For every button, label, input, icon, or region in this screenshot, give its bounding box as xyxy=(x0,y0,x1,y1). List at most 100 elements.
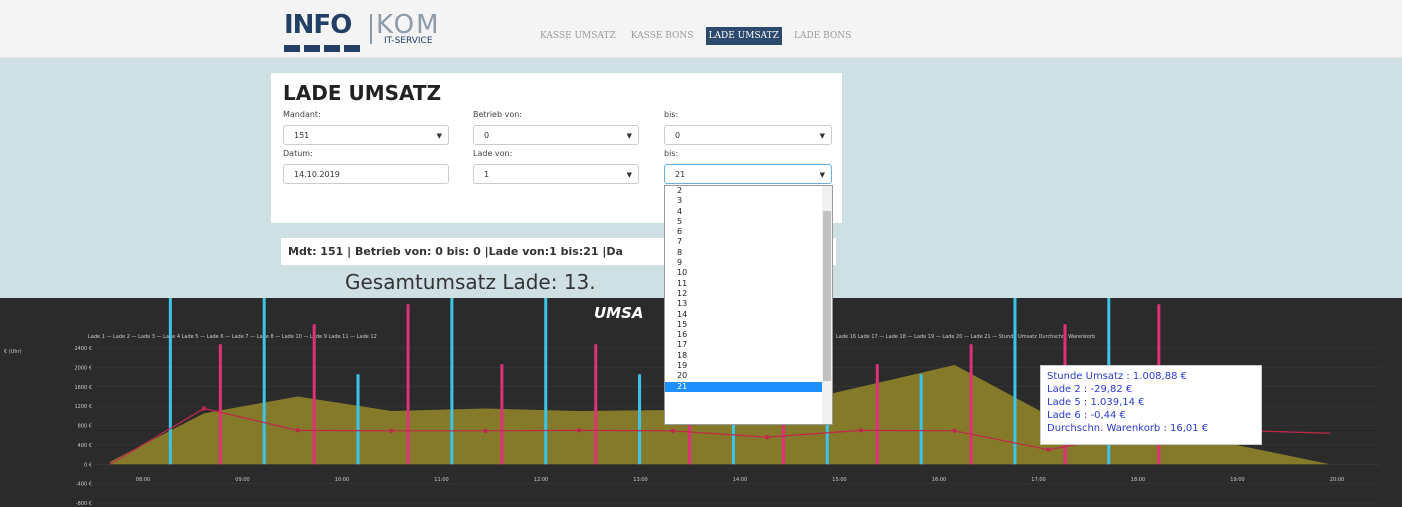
logo[interactable]: INFO KOM IT-SERVICE xyxy=(284,10,454,52)
lade-bis-value: 21 xyxy=(675,170,686,179)
x-tick-label: 20:00 xyxy=(1330,477,1344,483)
tooltip-line: Lade 6 : -0,44 € xyxy=(1047,410,1126,421)
line-point xyxy=(295,428,300,433)
y-tick-label: 800 € xyxy=(78,424,92,430)
tooltip-line: Stunde Umsatz : 1.008,88 € xyxy=(1047,371,1187,382)
mandant-select[interactable]: 151 ▼ xyxy=(283,125,449,145)
x-tick-label: 19:00 xyxy=(1230,477,1244,483)
logo-squares xyxy=(284,37,368,52)
betrieb-bis-select[interactable]: 0 ▼ xyxy=(664,125,832,145)
legend-left[interactable]: Lade 1 — Lade 2 — Lade 3 — Lade 4 Lade 5… xyxy=(88,334,377,340)
y-tick-label: 0 € xyxy=(84,462,92,468)
lade-bis-dropdown[interactable]: 2 3 4 5 6 7 8 9 10 11 12 13 14 15 16 17 18 19 20 21 xyxy=(664,185,833,425)
x-tick-label: 18:00 xyxy=(1131,477,1145,483)
mandant-label: Mandant: xyxy=(283,110,321,119)
dropdown-option[interactable]: 3 xyxy=(665,196,832,206)
dropdown-option[interactable]: 5 xyxy=(665,217,832,227)
line-point xyxy=(858,428,863,433)
lade-bar xyxy=(969,344,973,465)
lade-bar xyxy=(544,298,548,465)
dropdown-scrollbar[interactable] xyxy=(822,186,832,424)
x-tick-label: 10:00 xyxy=(335,477,349,483)
x-tick-label: 15:00 xyxy=(832,477,846,483)
line-point xyxy=(670,428,676,434)
y-tick-label: -800 € xyxy=(76,501,92,507)
nav-kasse-bons[interactable]: KASSE BONS xyxy=(628,27,697,45)
lade-bis-label: bis: xyxy=(664,149,679,158)
datum-input[interactable]: 14.10.2019 xyxy=(283,164,449,184)
dropdown-option[interactable]: 17 xyxy=(665,340,832,350)
dropdown-option[interactable]: 11 xyxy=(665,279,832,289)
dropdown-option[interactable]: 2 xyxy=(665,186,832,196)
y-axis-label: € (Uhr) xyxy=(4,349,22,355)
dropdown-option[interactable]: 15 xyxy=(665,320,832,330)
dropdown-option[interactable]: 16 xyxy=(665,330,832,340)
lade-bar xyxy=(1013,298,1017,465)
betrieb-von-label: Betrieb von: xyxy=(473,110,522,119)
legend-right[interactable]: Lade 16 Lade 17 — Lade 18 — Lade 19 — La… xyxy=(836,334,1095,340)
y-tick-label: 1600 € xyxy=(75,385,93,391)
x-tick-label: 14:00 xyxy=(733,477,747,483)
line-point xyxy=(1046,447,1051,452)
tooltip-line: Lade 2 : -29,82 € xyxy=(1047,384,1133,395)
x-tick-label: 09:00 xyxy=(235,477,249,483)
dropdown-option[interactable]: 14 xyxy=(665,310,832,320)
x-tick-label: 17:00 xyxy=(1031,477,1045,483)
dropdown-option[interactable]: 6 xyxy=(665,227,832,237)
mandant-value: 151 xyxy=(294,131,310,140)
top-bar: INFO KOM IT-SERVICE KASSE UMSATZ KASSE B… xyxy=(0,0,1402,58)
x-tick-label: 13:00 xyxy=(633,477,647,483)
lade-bar xyxy=(218,344,222,465)
logo-subtitle: IT-SERVICE xyxy=(384,36,433,46)
lade-bar xyxy=(406,304,410,465)
dropdown-option[interactable]: 20 xyxy=(665,371,832,381)
lade-bar xyxy=(594,344,598,465)
lade-von-select[interactable]: 1 ▼ xyxy=(473,164,639,184)
chart-tooltip: Stunde Umsatz : 1.008,88 € Lade 2 : -29,… xyxy=(1040,365,1262,445)
lade-bis-select[interactable]: 21 ▼ xyxy=(664,164,832,184)
line-point xyxy=(577,428,582,433)
lade-bar xyxy=(919,374,923,465)
dropdown-option[interactable]: 13 xyxy=(665,299,832,309)
betrieb-bis-label: bis: xyxy=(664,110,679,119)
logo-info: INFO xyxy=(284,10,352,40)
lade-bar xyxy=(450,298,454,465)
nav-kasse-umsatz[interactable]: KASSE UMSATZ xyxy=(537,27,619,45)
lade-bar xyxy=(638,374,642,465)
chevron-down-icon: ▼ xyxy=(626,132,632,140)
y-tick-label: -400 € xyxy=(76,482,92,488)
line-point xyxy=(764,434,770,440)
y-tick-label: 2000 € xyxy=(75,365,93,371)
betrieb-bis-value: 0 xyxy=(675,131,681,140)
dropdown-option[interactable]: 18 xyxy=(665,351,832,361)
dropdown-option[interactable]: 7 xyxy=(665,237,832,247)
dropdown-option[interactable]: 12 xyxy=(665,289,832,299)
nav-lade-bons[interactable]: LADE BONS xyxy=(791,27,854,45)
lade-von-value: 1 xyxy=(484,170,490,179)
chevron-down-icon: ▼ xyxy=(819,171,825,179)
logo-divider xyxy=(370,14,372,44)
gesamtumsatz: Gesamtumsatz Lade: 13. xyxy=(345,270,596,294)
datum-label: Datum: xyxy=(283,149,313,158)
lade-bar xyxy=(168,298,172,465)
dropdown-option[interactable]: 19 xyxy=(665,361,832,371)
dropdown-options: 2 3 4 5 6 7 8 9 10 11 12 13 14 15 16 17 18 19 20 21 xyxy=(665,186,832,392)
lade-bar xyxy=(875,364,879,465)
dropdown-option[interactable]: 10 xyxy=(665,268,832,278)
dropdown-option[interactable]: 21 xyxy=(665,381,832,392)
lade-bar xyxy=(262,298,266,465)
x-tick-label: 11:00 xyxy=(434,477,448,483)
logo-kom: KOM xyxy=(376,10,441,40)
betrieb-von-select[interactable]: 0 ▼ xyxy=(473,125,639,145)
x-tick-label: 12:00 xyxy=(534,477,548,483)
line-point xyxy=(483,428,488,434)
scrollbar-thumb[interactable] xyxy=(823,211,831,381)
tooltip-line: Durchschn. Warenkorb : 16,01 € xyxy=(1047,423,1209,434)
x-tick-label: 16:00 xyxy=(932,477,946,483)
dropdown-option[interactable]: 8 xyxy=(665,248,832,258)
dropdown-option[interactable]: 4 xyxy=(665,207,832,217)
dropdown-option[interactable]: 9 xyxy=(665,258,832,268)
nav-lade-umsatz[interactable]: LADE UMSATZ xyxy=(705,27,782,45)
line-point xyxy=(952,428,957,434)
chevron-down-icon: ▼ xyxy=(626,171,632,179)
